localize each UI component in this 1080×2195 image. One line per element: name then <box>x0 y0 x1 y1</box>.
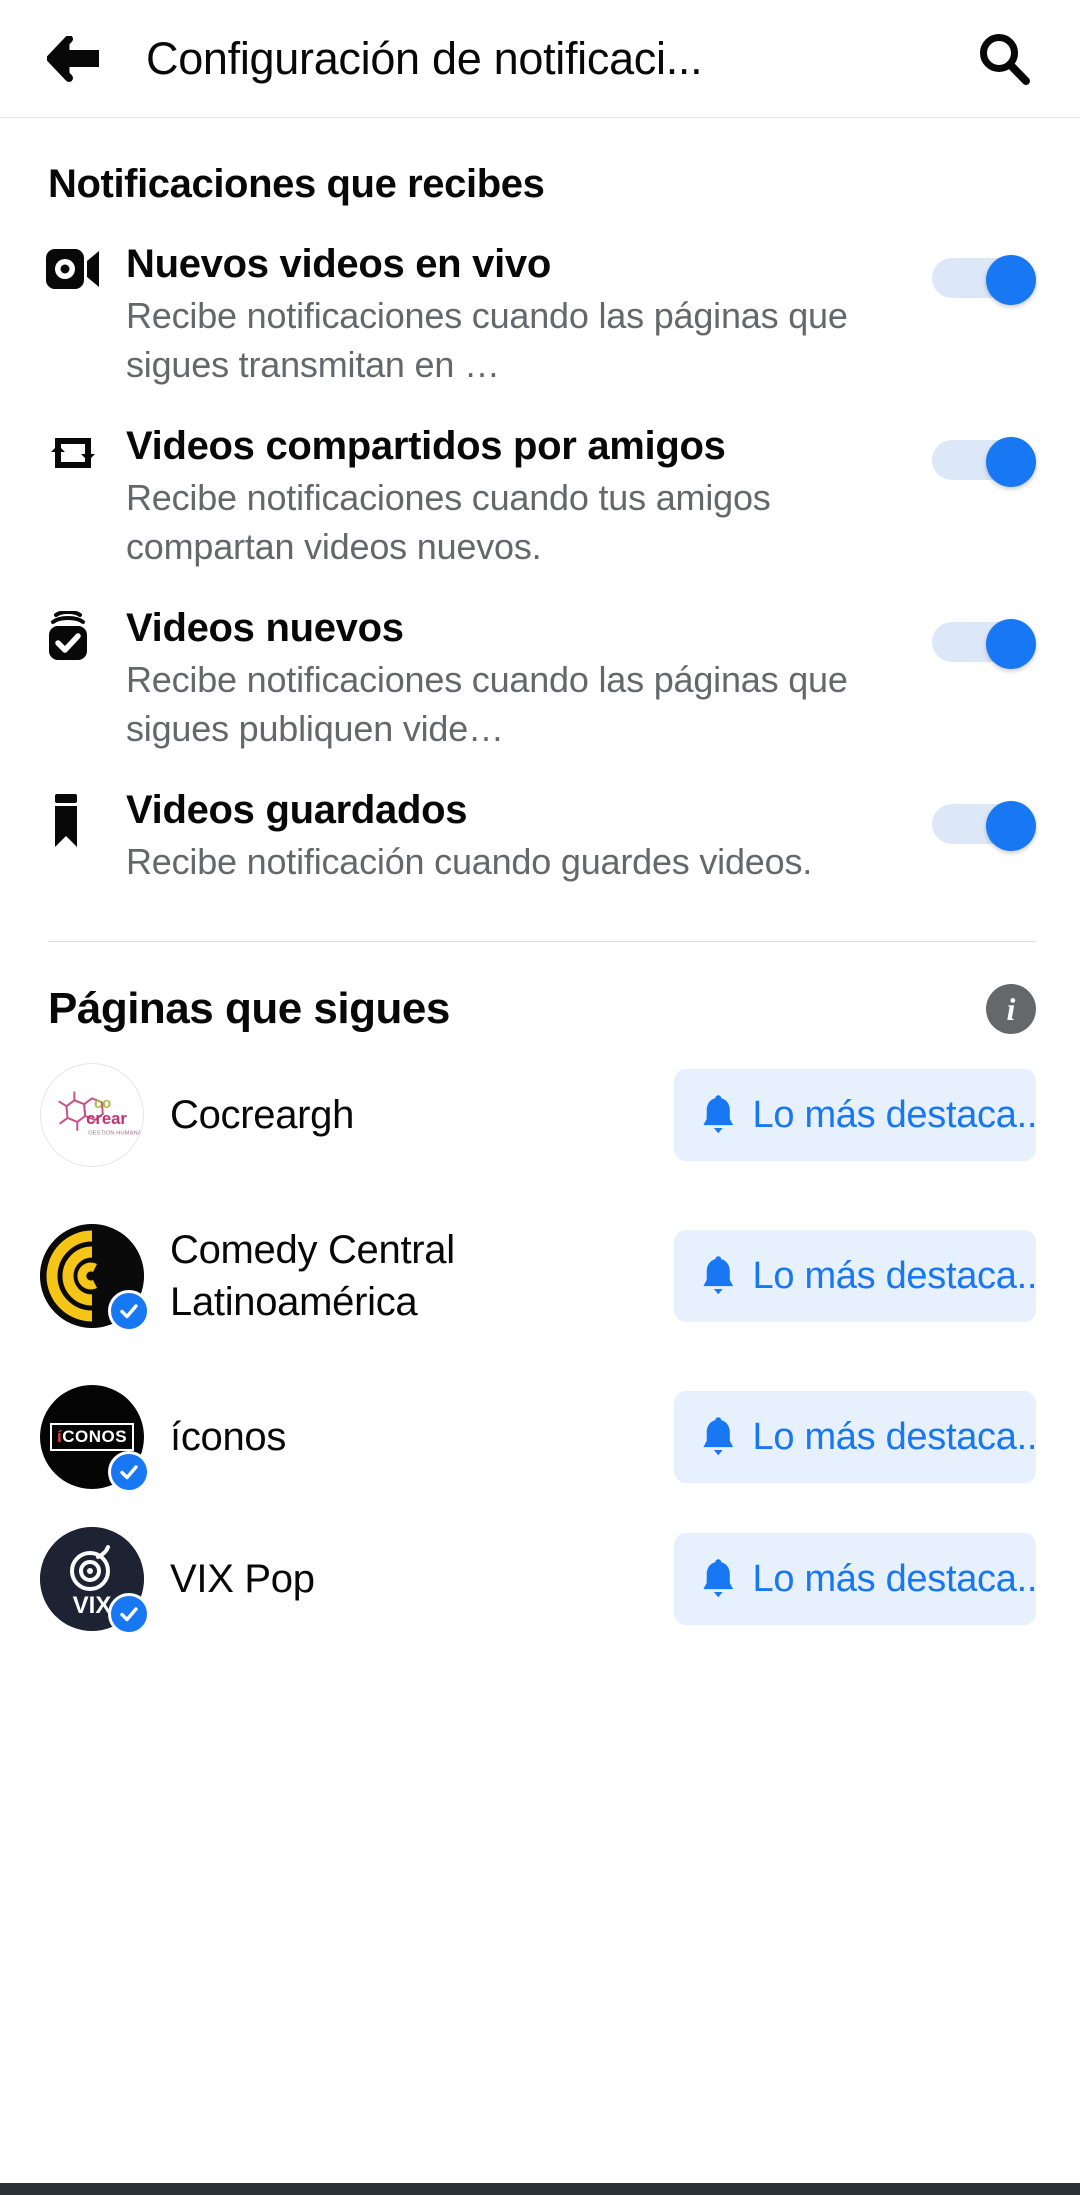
avatar[interactable]: co crear GESTION HUMANA <box>40 1063 144 1167</box>
settings-content: Notificaciones que recibes Nuevos videos… <box>0 118 1080 2195</box>
cocrear-logo-art: co crear GESTION HUMANA <box>58 1091 142 1137</box>
iconos-logo-text: íCONOS <box>49 1423 135 1451</box>
check-icon <box>120 1607 138 1622</box>
page-list-item[interactable]: co crear GESTION HUMANA Cocreargh Lo más… <box>0 1044 1080 1186</box>
bell-icon <box>703 1095 734 1134</box>
search-button[interactable] <box>968 23 1040 95</box>
notif-title: Videos compartidos por amigos <box>126 424 726 468</box>
verified-badge-icon <box>108 1593 150 1635</box>
info-circle-icon[interactable]: i <box>986 984 1036 1034</box>
share-repeat-icon <box>51 438 95 468</box>
page-notification-pill[interactable]: Lo más destaca... <box>674 1069 1036 1161</box>
notif-description: Recibe notificaciones cuando tus amigos … <box>126 477 771 567</box>
page-name: Cocreargh <box>170 1093 355 1137</box>
page-notification-pill[interactable]: Lo más destaca... <box>674 1391 1036 1483</box>
notification-toggle[interactable] <box>932 801 1036 851</box>
notification-settings-screen: Configuración de notificaci... Notificac… <box>0 0 1080 2195</box>
notif-text-block: Videos guardados Recibe notificación cua… <box>108 785 924 886</box>
page-list-item[interactable]: Comedy Central Latinoamérica Lo más dest… <box>0 1186 1080 1366</box>
pages-section-header: Páginas que sigues i <box>0 942 1080 1044</box>
notif-icon-slot <box>46 603 108 663</box>
notif-icon-slot <box>46 421 108 477</box>
bell-icon <box>703 1256 734 1295</box>
toggle-knob <box>986 437 1036 487</box>
bell-icon <box>703 1417 734 1456</box>
toggle-knob <box>986 801 1036 851</box>
page-name: íconos <box>170 1415 287 1459</box>
check-icon <box>120 1465 138 1480</box>
notifications-section-title: Notificaciones que recibes <box>48 162 545 206</box>
svg-text:VIX: VIX <box>73 1592 112 1619</box>
notification-setting-row[interactable]: Nuevos videos en vivo Recibe notificacio… <box>0 225 1080 407</box>
notification-setting-row[interactable]: Videos compartidos por amigos Recibe not… <box>0 407 1080 589</box>
notification-toggle[interactable] <box>932 619 1036 669</box>
pill-label: Lo más destaca... <box>752 1254 1036 1297</box>
system-navigation-bar <box>0 2183 1080 2195</box>
toggle-slot <box>924 421 1036 487</box>
notif-description: Recibe notificación cuando guardes video… <box>126 841 813 882</box>
cocrear-logo: co crear GESTION HUMANA <box>40 1063 144 1167</box>
arrow-left-icon <box>47 35 99 82</box>
toggle-slot <box>924 785 1036 851</box>
check-icon <box>120 1304 138 1319</box>
notification-toggle[interactable] <box>932 437 1036 487</box>
page-notification-pill[interactable]: Lo más destaca... <box>674 1533 1036 1625</box>
page-list-item[interactable]: íCONOS íconos Lo más destaca... <box>0 1366 1080 1508</box>
toggle-knob <box>986 255 1036 305</box>
page-list-item[interactable]: VIX VIX Pop Lo más destaca... <box>0 1508 1080 1650</box>
notif-description: Recibe notificaciones cuando las páginas… <box>126 659 848 749</box>
page-name: VIX Pop <box>170 1557 315 1601</box>
pill-label: Lo más destaca... <box>752 1093 1036 1136</box>
page-notification-pill[interactable]: Lo más destaca... <box>674 1230 1036 1322</box>
notif-text-block: Nuevos videos en vivo Recibe notificacio… <box>108 239 924 389</box>
notif-text-block: Videos nuevos Recibe notificaciones cuan… <box>108 603 924 753</box>
pill-label: Lo más destaca... <box>752 1415 1036 1458</box>
info-glyph: i <box>1006 991 1016 1027</box>
app-header: Configuración de notificaci... <box>0 0 1080 118</box>
notif-description: Recibe notificaciones cuando las páginas… <box>126 295 848 385</box>
notif-title: Nuevos videos en vivo <box>126 242 551 286</box>
verified-badge-icon <box>108 1451 150 1493</box>
page-title: Configuración de notificaci... <box>146 32 703 84</box>
toggle-slot <box>924 603 1036 669</box>
page-name: Comedy Central Latinoamérica <box>170 1228 455 1324</box>
notification-setting-row[interactable]: Videos guardados Recibe notificación cua… <box>0 771 1080 911</box>
video-stack-check-icon <box>49 611 87 660</box>
pages-section-title: Páginas que sigues <box>48 984 450 1033</box>
avatar[interactable]: íCONOS <box>40 1385 150 1493</box>
notification-setting-row[interactable]: Videos nuevos Recibe notificaciones cuan… <box>0 589 1080 771</box>
live-video-camera-icon <box>46 249 99 289</box>
notif-icon-slot <box>46 785 108 849</box>
svg-text:crear: crear <box>86 1109 127 1128</box>
pill-label: Lo más destaca... <box>752 1557 1036 1600</box>
notif-title: Videos nuevos <box>126 606 404 650</box>
notif-title: Videos guardados <box>126 788 468 832</box>
verified-badge-icon <box>108 1290 150 1332</box>
bell-icon <box>703 1559 734 1598</box>
avatar[interactable] <box>40 1224 150 1332</box>
back-button[interactable] <box>40 24 110 94</box>
search-icon <box>980 33 1030 85</box>
toggle-slot <box>924 239 1036 305</box>
svg-text:GESTION HUMANA: GESTION HUMANA <box>88 1131 142 1137</box>
notif-icon-slot <box>46 239 108 291</box>
avatar[interactable]: VIX <box>40 1527 150 1635</box>
toggle-knob <box>986 619 1036 669</box>
notification-toggle[interactable] <box>932 255 1036 305</box>
bookmark-icon <box>55 794 77 847</box>
notif-text-block: Videos compartidos por amigos Recibe not… <box>108 421 924 571</box>
